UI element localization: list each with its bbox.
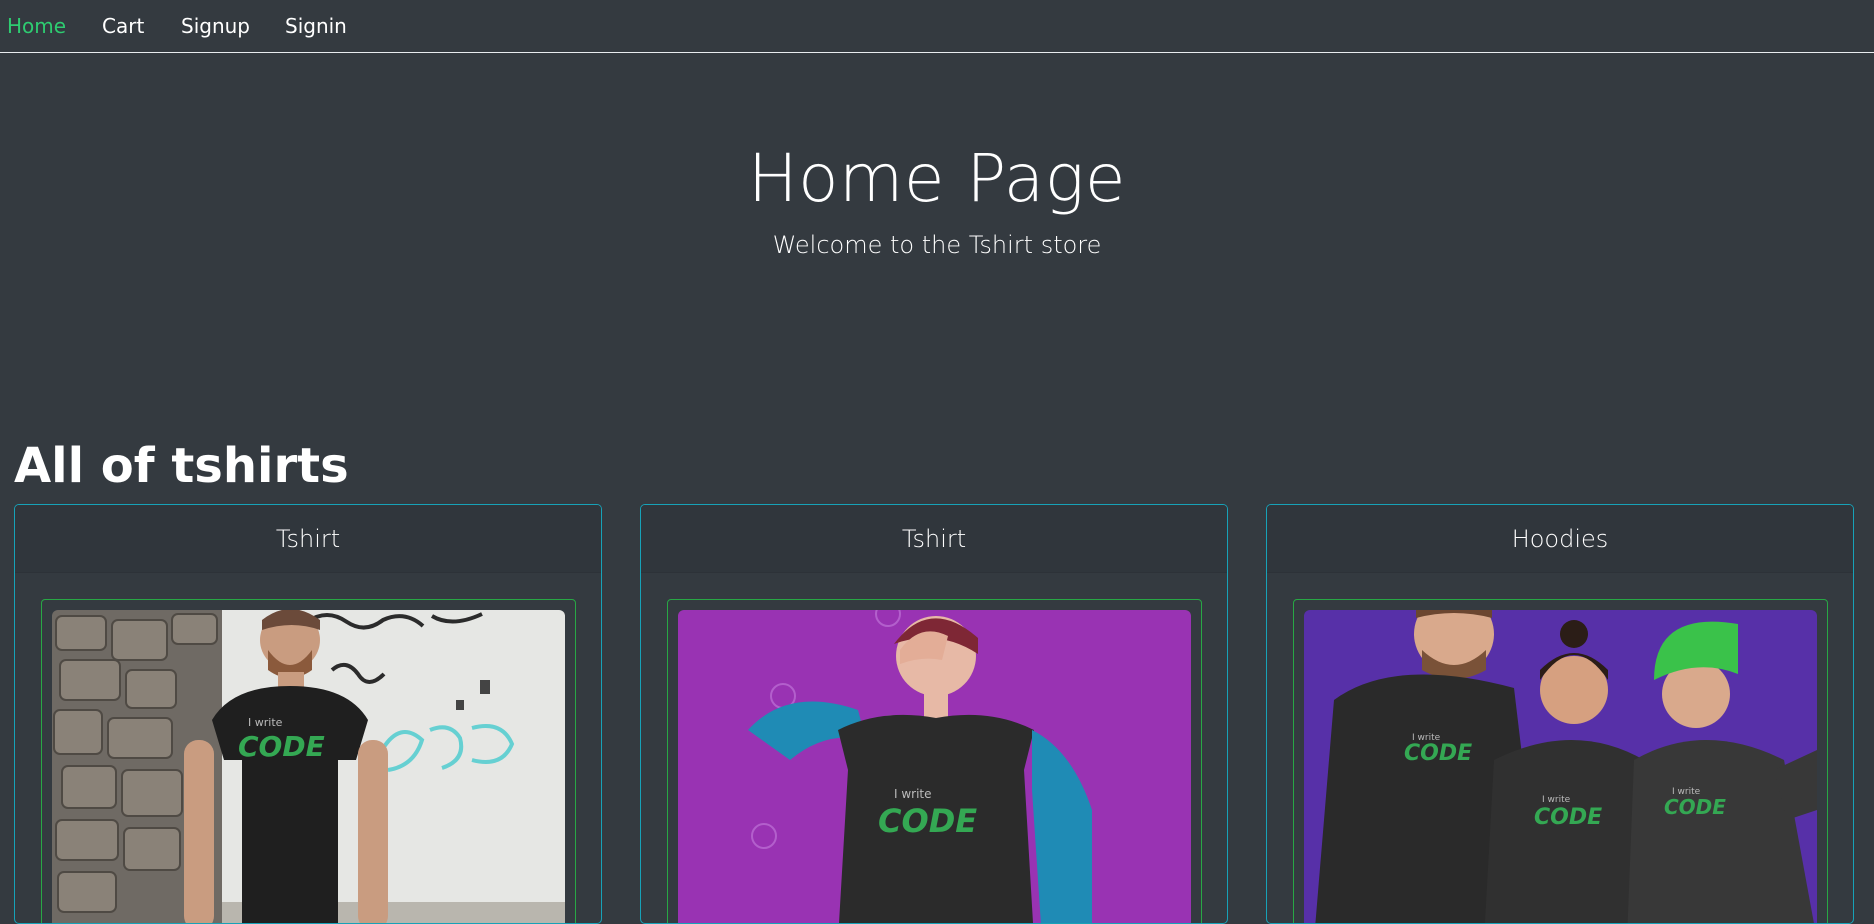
svg-text:CODE: CODE [1534,805,1602,830]
nav-cart-link[interactable]: Cart [102,0,164,53]
product-card-title: Tshirt [641,505,1227,573]
svg-text:I write: I write [894,787,932,801]
page-subtitle: Welcome to the Tshirt store [772,231,1102,259]
svg-text:CODE: CODE [1664,795,1726,819]
product-card-body: I write CODE I write CODE I write CODE [1267,573,1853,923]
product-image-frame: I write CODE [41,599,576,923]
product-image[interactable]: I write CODE [678,610,1191,923]
product-card[interactable]: Hoodies I write CODE I write CODE I writ… [1266,504,1854,924]
product-card-body: I write CODE [641,573,1227,923]
svg-text:I write: I write [1542,795,1571,805]
nav-home-link[interactable]: Home [7,0,86,53]
navbar: Home Cart Signup Signin [0,0,1874,53]
svg-text:I write: I write [248,716,283,729]
product-card[interactable]: Tshirt I write CODE [640,504,1228,924]
svg-text:CODE: CODE [878,802,977,840]
product-image[interactable]: I write CODE I write CODE I write CODE [1304,610,1817,923]
product-card-body: I write CODE [15,573,601,923]
svg-text:CODE: CODE [238,730,325,763]
jumbotron: Home Page Welcome to the Tshirt store [0,54,1874,394]
nav-signin-link[interactable]: Signin [285,0,367,53]
section-heading: All of tshirts [14,438,349,494]
product-image[interactable]: I write CODE [52,610,565,923]
product-image-frame: I write CODE [667,599,1202,923]
product-card-title: Hoodies [1267,505,1853,573]
svg-text:CODE: CODE [1404,741,1472,766]
nav-signup-link[interactable]: Signup [181,0,270,53]
product-card[interactable]: Tshirt I write CODE [14,504,602,924]
product-card-title: Tshirt [15,505,601,573]
product-image-frame: I write CODE I write CODE I write CODE [1293,599,1828,923]
page-title: Home Page [748,140,1126,217]
